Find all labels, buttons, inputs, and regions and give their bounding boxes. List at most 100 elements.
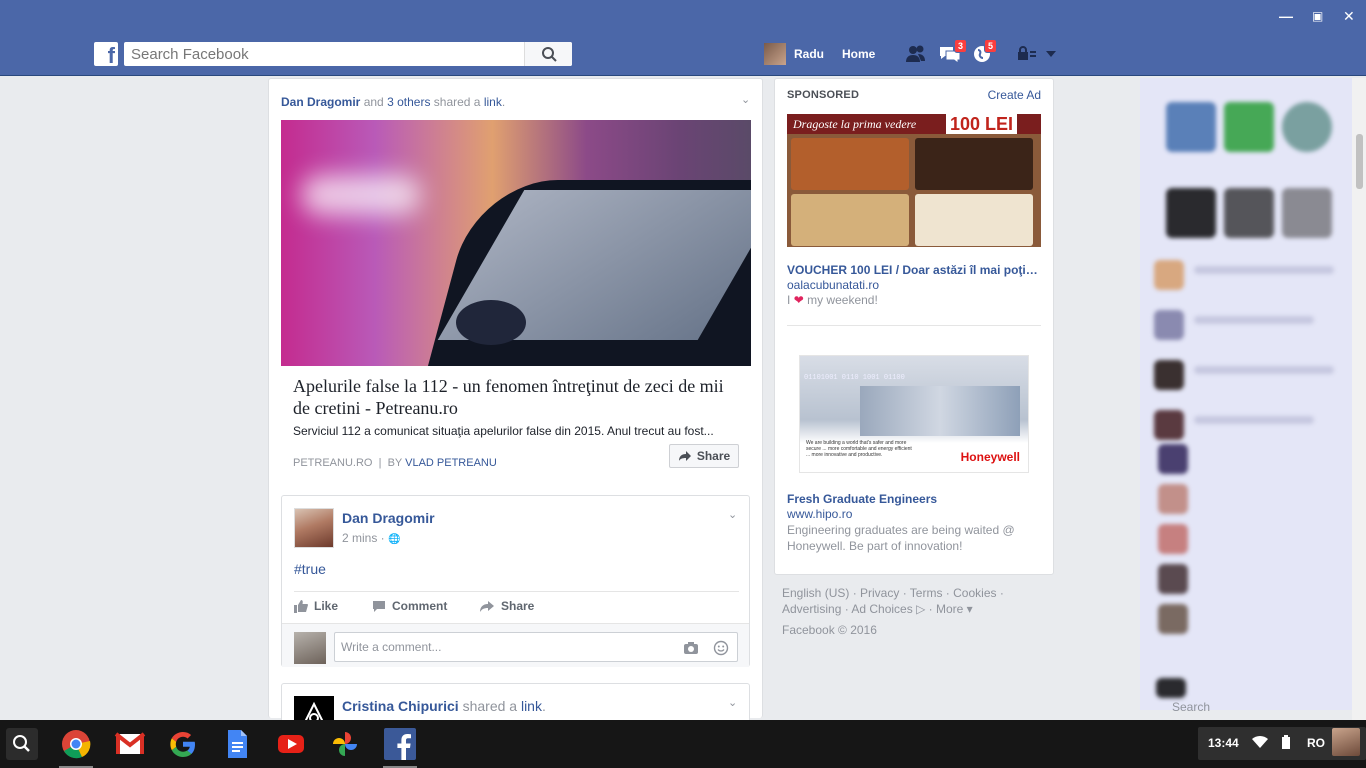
create-ad-link[interactable]: Create Ad [988,88,1041,102]
emoji-icon[interactable] [713,640,729,656]
globe-icon: 🌐 [388,534,401,545]
footer-line-1[interactable]: English (US) · Privacy · Terms · Cookies… [782,585,1022,601]
photos-icon[interactable] [329,728,361,760]
divider [787,325,1041,326]
contact-avatar[interactable] [1158,564,1188,594]
comment-field [334,632,738,662]
ad-description: Engineering graduates are being waited @… [787,523,1015,553]
avatar [764,43,786,65]
share-post-button[interactable]: Share [479,599,534,613]
meta-separator: | [378,457,382,469]
link-word[interactable]: link [484,95,502,109]
actor-link[interactable]: Dan Dragomir [281,95,360,109]
ad-title[interactable]: Fresh Graduate Engineers [787,492,937,506]
chat-sidebar [1140,78,1352,710]
post-timestamp[interactable]: 2 mins · 🌐 [342,531,400,545]
notifications-globe-icon[interactable]: 5 [972,39,998,64]
post-options-icon[interactable]: ⌄ [728,508,737,521]
minimize-button[interactable]: — [1279,8,1293,24]
contact-avatar[interactable] [1154,410,1184,440]
avatar[interactable] [294,508,334,548]
contact-avatar[interactable] [1158,524,1188,554]
messages-icon[interactable]: 3 [938,39,968,64]
shared-text: shared a [462,698,518,714]
hashtag-link[interactable]: #true [294,561,326,577]
profile-link[interactable]: Radu [764,43,824,65]
facebook-logo-icon[interactable]: f [94,42,118,66]
ad-image[interactable]: 01101001 0110 1001 01100 We are building… [799,355,1029,473]
language-indicator[interactable]: RO [1307,736,1325,750]
footer-line-2[interactable]: Advertising · Ad Choices ▷ · More ▾ [782,601,1022,617]
contact-avatar[interactable] [1224,188,1274,238]
honeywell-logo: Honeywell [960,450,1020,464]
contact-avatar[interactable] [1282,102,1332,152]
youtube-icon[interactable] [275,728,307,760]
avatar [294,632,326,664]
link-word[interactable]: link [521,698,542,714]
link-domain: PETREANU.RO [293,457,373,469]
home-link[interactable]: Home [842,47,875,61]
scrollbar-thumb[interactable] [1356,134,1363,189]
docs-icon[interactable] [221,728,253,760]
comment-button[interactable]: Comment [372,599,447,613]
link-preview-image[interactable] [281,120,751,366]
privacy-shortcuts-icon[interactable] [1014,44,1058,64]
gmail-icon[interactable] [114,728,146,760]
actor-link[interactable]: Cristina Chipurici [342,698,459,714]
contact-name [1194,416,1314,424]
story-options-icon[interactable]: ⌄ [741,93,750,106]
contact-avatar[interactable] [1154,310,1184,340]
link-description: Serviciul 112 a comunicat situaţia apelu… [293,424,714,438]
post-author-link[interactable]: Dan Dragomir [342,510,435,526]
google-icon[interactable] [167,728,199,760]
author-link[interactable]: VLAD PETREANU [405,457,497,469]
link-source: PETREANU.RO | BY VLAD PETREANU [293,457,497,469]
contact-avatar[interactable] [1158,604,1188,634]
ad-url[interactable]: oalacubunatati.ro [787,278,879,292]
search-button[interactable] [524,42,572,66]
ad-title[interactable]: VOUCHER 100 LEI / Doar astăzi îl mai poţ… [787,263,1041,277]
contact-avatar[interactable] [1282,188,1332,238]
chat-search-input[interactable]: Search [1146,700,1350,718]
avatar[interactable] [1332,728,1360,756]
close-button[interactable]: ✕ [1343,8,1355,24]
story-header: Cristina Chipurici shared a link. [342,698,546,714]
contact-avatar[interactable] [1154,360,1184,390]
ad-image-bits: 01101001 0110 1001 01100 [804,374,905,382]
period: . [501,95,506,109]
and-text: and [363,95,384,109]
copyright: Facebook © 2016 [782,623,877,637]
contact-avatar[interactable] [1158,444,1188,474]
others-link[interactable]: 3 others [387,95,430,109]
ad-url[interactable]: www.hipo.ro [787,507,852,521]
share-button[interactable]: Share [669,444,739,468]
contact-name [1194,266,1334,274]
battery-icon[interactable] [1281,735,1291,749]
facebook-app-icon[interactable] [383,728,417,768]
friend-requests-icon[interactable] [904,44,926,64]
contact-name [1194,316,1314,324]
ad-image[interactable]: Dragoste la prima vedere 100 LEI [787,114,1041,247]
story-options-icon[interactable]: ⌄ [728,696,737,709]
like-button[interactable]: Like [294,599,338,613]
search-icon [13,735,30,752]
chrome-icon[interactable] [59,728,93,768]
contact-avatar[interactable] [1156,678,1186,698]
ad-desc-suffix: my weekend! [807,293,878,307]
wifi-icon[interactable] [1252,735,1268,749]
contact-avatar[interactable] [1158,484,1188,514]
by-label: BY [387,457,403,469]
contact-avatar[interactable] [1166,188,1216,238]
camera-icon[interactable] [683,641,699,655]
share-arrow-icon [480,600,494,612]
user-name: Radu [794,47,824,61]
contact-avatar[interactable] [1166,102,1216,152]
clock[interactable]: 13:44 [1208,736,1239,750]
search-input[interactable] [124,42,524,66]
contact-avatar[interactable] [1154,260,1184,290]
comment-input[interactable] [335,633,655,661]
maximize-button[interactable]: ▣ [1312,8,1323,24]
launcher-button[interactable] [6,728,38,760]
link-title[interactable]: Apelurile false la 112 - un fenomen într… [293,375,743,419]
contact-avatar[interactable] [1224,102,1274,152]
